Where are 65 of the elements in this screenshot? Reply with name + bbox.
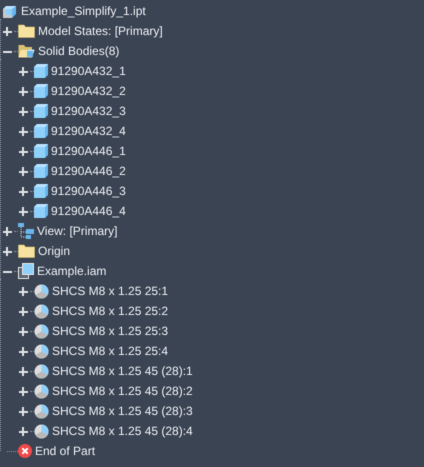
cube-icon <box>34 204 48 218</box>
pie-icon <box>34 284 49 298</box>
cube-icon <box>34 164 48 178</box>
folder-icon <box>18 244 35 258</box>
tree-item-label[interactable]: 91290A432_1 <box>51 64 126 78</box>
pie-icon <box>34 424 49 438</box>
tree-item-label[interactable]: SHCS M8 x 1.25 25:1 <box>52 284 168 298</box>
pie-icon <box>34 344 49 358</box>
tree-item-label[interactable]: SHCS M8 x 1.25 45 (28):2 <box>52 384 193 398</box>
expand-icon[interactable] <box>18 106 28 116</box>
tree-item-label[interactable]: End of Part <box>35 444 96 458</box>
tree-item-label[interactable]: SHCS M8 x 1.25 25:3 <box>52 324 168 338</box>
part-icon <box>2 3 18 19</box>
expand-icon[interactable] <box>18 86 28 96</box>
tree-item-label[interactable]: View: [Primary] <box>37 224 118 238</box>
tree-item-label[interactable]: SHCS M8 x 1.25 45 (28):1 <box>52 364 193 378</box>
cube-icon <box>34 144 48 158</box>
expand-icon[interactable] <box>18 166 28 176</box>
expand-icon[interactable] <box>18 426 28 436</box>
tree-item-label[interactable]: SHCS M8 x 1.25 25:2 <box>52 304 168 318</box>
tree-item-label[interactable]: SHCS M8 x 1.25 25:4 <box>52 344 168 358</box>
tree-item-label[interactable]: 91290A446_4 <box>51 204 126 218</box>
expand-icon[interactable] <box>18 66 28 76</box>
cube-icon <box>34 124 48 138</box>
tree-item-label[interactable]: Origin <box>38 244 70 258</box>
cube-icon <box>34 84 48 98</box>
tree-item-label[interactable]: 91290A432_2 <box>51 84 126 98</box>
expand-icon[interactable] <box>18 126 28 136</box>
tree-item-label[interactable]: SHCS M8 x 1.25 45 (28):4 <box>52 424 193 438</box>
tree-item-label[interactable]: 91290A432_3 <box>51 104 126 118</box>
tree-item-label[interactable]: Solid Bodies(8) <box>38 44 120 58</box>
expand-icon[interactable] <box>2 26 12 36</box>
expand-icon[interactable] <box>18 146 28 156</box>
expand-icon[interactable] <box>18 326 28 336</box>
pie-icon <box>34 364 49 378</box>
pie-icon <box>34 324 49 338</box>
tree-item-label[interactable]: 91290A446_1 <box>51 144 126 158</box>
cube-icon <box>34 104 48 118</box>
expand-icon[interactable] <box>18 306 28 316</box>
tree-item-label[interactable]: 91290A446_3 <box>51 184 126 198</box>
cube-icon <box>34 64 48 78</box>
expand-icon[interactable] <box>18 286 28 296</box>
folder-icon <box>18 24 35 38</box>
error-icon <box>18 444 32 458</box>
tree-item-label[interactable]: 91290A432_4 <box>51 124 126 138</box>
tree-item-label[interactable]: SHCS M8 x 1.25 45 (28):3 <box>52 404 193 418</box>
tree-item-label[interactable]: 91290A446_2 <box>51 164 126 178</box>
expand-icon[interactable] <box>18 386 28 396</box>
expand-icon[interactable] <box>2 226 12 236</box>
tree-item-label[interactable]: Model States: [Primary] <box>38 24 163 38</box>
tree-item-label[interactable]: Example_Simplify_1.ipt <box>21 4 146 18</box>
expand-icon[interactable] <box>18 406 28 416</box>
expand-icon[interactable] <box>18 346 28 356</box>
folder-icon <box>18 44 35 58</box>
pie-icon <box>34 404 49 418</box>
hierarchy-icon <box>18 223 34 239</box>
expand-icon[interactable] <box>18 206 28 216</box>
pie-icon <box>34 384 49 398</box>
tree-item-label[interactable]: Example.iam <box>37 264 106 278</box>
cube-icon <box>34 184 48 198</box>
expand-icon[interactable] <box>18 366 28 376</box>
pie-icon <box>34 304 49 318</box>
expand-icon[interactable] <box>18 186 28 196</box>
assembly-icon <box>18 263 34 279</box>
expand-icon[interactable] <box>2 246 12 256</box>
